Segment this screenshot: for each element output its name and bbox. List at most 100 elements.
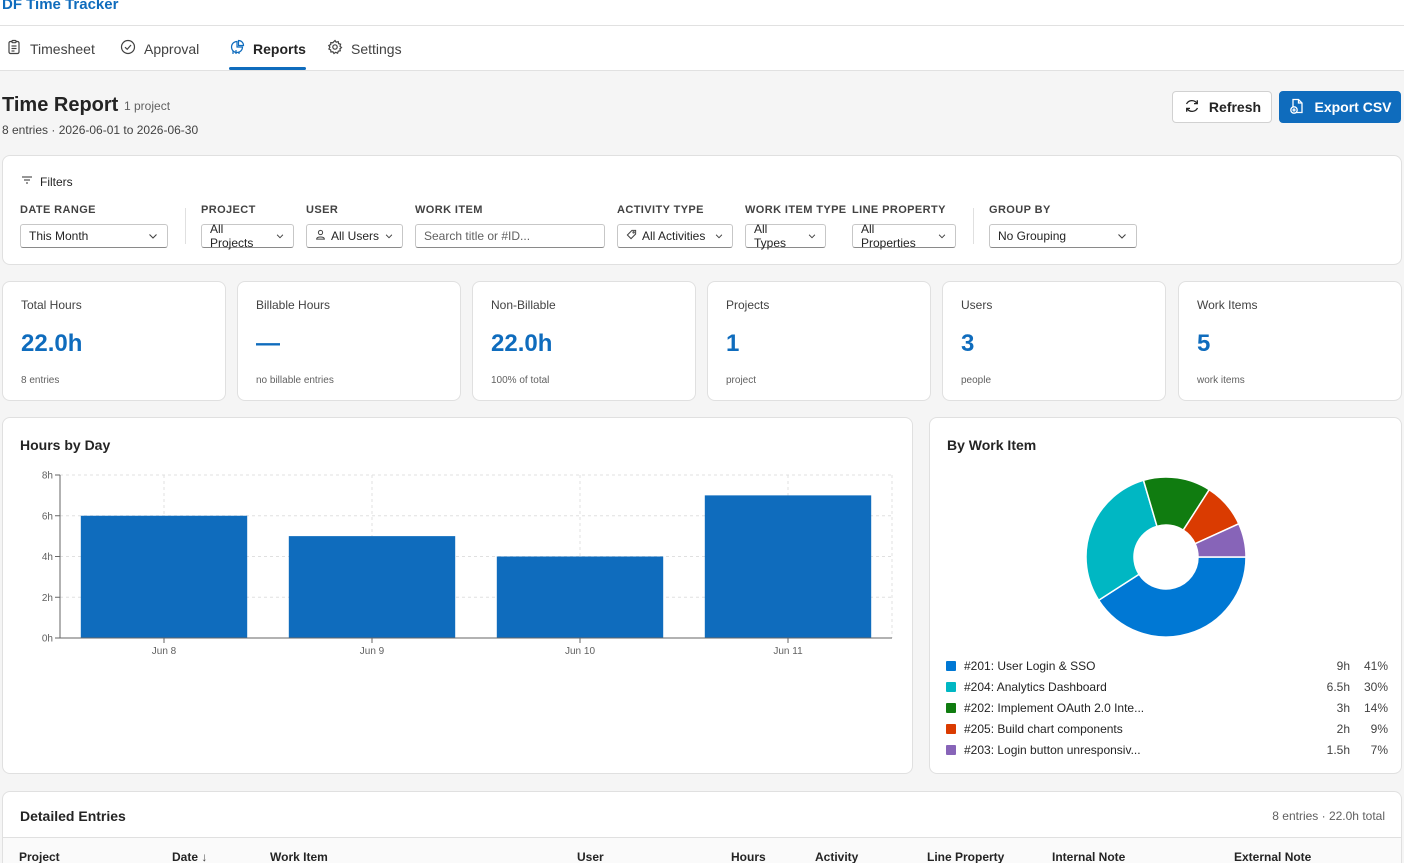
stat-card-billable-hours: Billable Hours — no billable entries [237, 281, 461, 401]
chevron-down-icon [1116, 230, 1128, 242]
chart-icon [229, 39, 245, 58]
date-range-label: DATE RANGE [20, 204, 96, 216]
y-tick-label: 2h [42, 593, 53, 604]
work-item-search-input[interactable] [424, 229, 596, 243]
chevron-down-icon [807, 231, 817, 241]
legend-item: #205: Build chart components 2h 9% [946, 720, 1388, 738]
line-property-value: All Properties [861, 222, 916, 250]
legend-item: #202: Implement OAuth 2.0 Inte... 3h 14% [946, 699, 1388, 717]
filter-icon [21, 174, 33, 189]
work-item-search[interactable] [415, 224, 605, 248]
group-by-select[interactable]: No Grouping [989, 224, 1137, 248]
refresh-button[interactable]: Refresh [1172, 91, 1272, 123]
column-header-date[interactable]: Date ↓ [172, 850, 207, 863]
column-header-date-label: Date [172, 850, 199, 863]
tab-settings[interactable]: Settings [327, 26, 402, 71]
y-tick-label: 4h [42, 552, 53, 563]
legend-swatch [946, 703, 956, 713]
legend-percent: 30% [1363, 680, 1388, 694]
legend-percent: 7% [1370, 743, 1388, 757]
date-range-select[interactable]: This Month [20, 224, 168, 248]
chevron-down-icon [275, 231, 285, 241]
stat-subtext: 100% of total [491, 375, 550, 386]
y-tick-label: 8h [42, 471, 53, 482]
stat-subtext: work items [1197, 375, 1245, 386]
stat-card-projects: Projects 1 project [707, 281, 931, 401]
export-csv-button[interactable]: Export CSV [1279, 91, 1401, 123]
x-tick-label: Jun 8 [152, 646, 177, 657]
bar[interactable] [288, 536, 456, 638]
work-item-type-label: WORK ITEM TYPE [745, 204, 847, 216]
filters-panel: Filters DATE RANGE This Month PROJECT Al… [2, 155, 1402, 265]
stat-value: 5 [1197, 330, 1211, 357]
by-work-item-card: By Work Item #201: User Login & SSO 9h 41%… [929, 417, 1402, 774]
column-header-hours[interactable]: Hours [731, 850, 766, 863]
legend-hours: 6.5h [1326, 680, 1350, 694]
user-select[interactable]: All Users [306, 224, 403, 248]
column-header-external-note[interactable]: External Note [1234, 850, 1311, 863]
project-select[interactable]: All Projects [201, 222, 294, 250]
work-item-type-select[interactable]: All Types [745, 222, 826, 250]
legend-label: #205: Build chart components [964, 722, 1123, 736]
stat-card-work-items: Work Items 5 work items [1178, 281, 1402, 401]
stat-subtext: 8 entries [21, 375, 60, 386]
work-item-donut-chart [1085, 476, 1247, 638]
column-header-internal-note[interactable]: Internal Note [1052, 850, 1125, 863]
bar[interactable] [80, 515, 248, 638]
clipboard-icon [6, 39, 22, 58]
legend-percent: 14% [1363, 701, 1388, 715]
bar[interactable] [496, 556, 664, 639]
chart-title: Hours by Day [20, 437, 111, 453]
line-property-select[interactable]: All Properties [852, 222, 956, 250]
tab-timesheet[interactable]: Timesheet [6, 26, 95, 71]
stat-label: Billable Hours [256, 298, 331, 312]
work-item-label: WORK ITEM [415, 204, 483, 216]
project-count-badge: 1 project [124, 99, 171, 113]
app-header: DF Time Tracker [0, 0, 1404, 26]
chevron-down-icon [384, 231, 394, 241]
stat-value: 1 [726, 330, 740, 357]
legend-item: #201: User Login & SSO 9h 41% [946, 657, 1388, 675]
activity-type-label: ACTIVITY TYPE [617, 204, 704, 216]
hours-by-day-card: Hours by Day 0h 2h 4h 6h 8h Jun 8 Jun 9 Jun 10 J… [2, 417, 913, 774]
tab-reports-label: Reports [253, 40, 306, 57]
column-header-activity[interactable]: Activity [815, 850, 858, 863]
project-value: All Projects [210, 222, 254, 250]
stat-label: Work Items [1197, 298, 1258, 312]
group-by-label: GROUP BY [989, 204, 1051, 216]
column-header-line-property[interactable]: Line Property [927, 850, 1004, 863]
export-label: Export CSV [1314, 99, 1392, 115]
tab-timesheet-label: Timesheet [30, 40, 95, 57]
column-header-work-item[interactable]: Work Item [270, 850, 328, 863]
legend-item: #203: Login button unresponsiv... 1.5h 7% [946, 741, 1388, 759]
legend-hours: 9h [1336, 659, 1350, 673]
entries-title: Detailed Entries [20, 808, 126, 824]
legend-label: #202: Implement OAuth 2.0 Inte... [964, 701, 1145, 715]
user-label: USER [306, 204, 339, 216]
stat-value: 22.0h [491, 330, 553, 357]
stat-subtext: no billable entries [256, 375, 334, 386]
bar[interactable] [704, 495, 872, 638]
app-title: DF Time Tracker [2, 0, 119, 13]
tab-approval[interactable]: Approval [120, 26, 199, 71]
refresh-icon [1183, 97, 1201, 118]
column-header-user[interactable]: User [577, 850, 604, 863]
activity-type-select[interactable]: All Activities [617, 224, 733, 248]
y-tick-label: 0h [42, 634, 53, 645]
sort-descending-icon: ↓ [201, 850, 208, 863]
stat-card-total-hours: Total Hours 22.0h 8 entries [2, 281, 226, 401]
x-tick-label: Jun 9 [360, 646, 385, 657]
legend-label: #204: Analytics Dashboard [964, 680, 1107, 694]
tab-reports[interactable]: Reports [229, 26, 306, 71]
filters-title: Filters [40, 174, 73, 189]
column-header-project[interactable]: Project [19, 850, 60, 863]
stat-value: 22.0h [21, 330, 83, 357]
activity-type-value: All Activities [642, 229, 706, 243]
entries-table-header: Project Date ↓ Work Item User Hours Acti… [3, 837, 1401, 863]
chevron-down-icon [937, 231, 947, 241]
legend-hours: 1.5h [1326, 743, 1350, 757]
legend-hours: 3h [1336, 701, 1350, 715]
tab-settings-label: Settings [351, 40, 402, 57]
project-label: PROJECT [201, 204, 256, 216]
stat-value: 3 [961, 330, 975, 357]
